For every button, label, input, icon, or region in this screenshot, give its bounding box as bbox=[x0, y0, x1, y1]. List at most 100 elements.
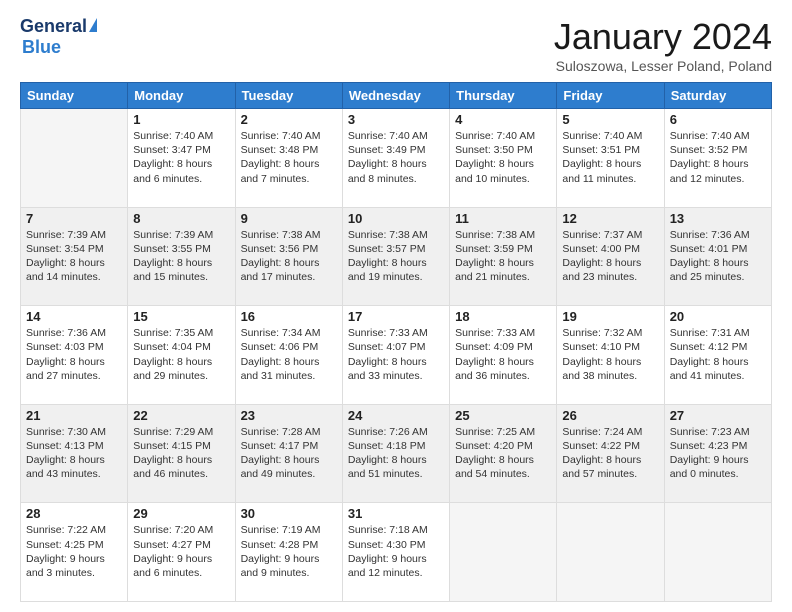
calendar-cell: 29 Sunrise: 7:20 AM Sunset: 4:27 PM Dayli… bbox=[128, 503, 235, 602]
day-number: 15 bbox=[133, 309, 229, 324]
calendar-cell: 8 Sunrise: 7:39 AM Sunset: 3:55 PM Daylig… bbox=[128, 207, 235, 306]
day-content: Sunrise: 7:40 AM Sunset: 3:49 PM Dayligh… bbox=[348, 129, 444, 186]
calendar-cell: 26 Sunrise: 7:24 AM Sunset: 4:22 PM Dayli… bbox=[557, 404, 664, 503]
logo-triangle-icon bbox=[89, 18, 97, 32]
day-number: 25 bbox=[455, 408, 551, 423]
calendar-cell: 23 Sunrise: 7:28 AM Sunset: 4:17 PM Dayli… bbox=[235, 404, 342, 503]
day-number: 28 bbox=[26, 506, 122, 521]
day-content: Sunrise: 7:40 AM Sunset: 3:51 PM Dayligh… bbox=[562, 129, 658, 186]
calendar-cell: 31Sunrise: 7:18 AM Sunset: 4:30 PM Dayli… bbox=[342, 503, 449, 602]
day-number: 4 bbox=[455, 112, 551, 127]
calendar-cell: 13Sunrise: 7:36 AM Sunset: 4:01 PM Dayli… bbox=[664, 207, 771, 306]
day-content: Sunrise: 7:30 AM Sunset: 4:13 PM Dayligh… bbox=[26, 425, 122, 482]
day-number: 26 bbox=[562, 408, 658, 423]
calendar-cell: 30 Sunrise: 7:19 AM Sunset: 4:28 PM Dayli… bbox=[235, 503, 342, 602]
day-number: 23 bbox=[241, 408, 337, 423]
day-number: 16 bbox=[241, 309, 337, 324]
day-content: Sunrise: 7:28 AM Sunset: 4:17 PM Dayligh… bbox=[241, 425, 337, 482]
location: Suloszowa, Lesser Poland, Poland bbox=[554, 58, 772, 74]
day-content: Sunrise: 7:40 AM Sunset: 3:48 PM Dayligh… bbox=[241, 129, 337, 186]
page: General Blue January 2024 Suloszowa, Les… bbox=[0, 0, 792, 612]
calendar-cell: 21 Sunrise: 7:30 AM Sunset: 4:13 PM Dayli… bbox=[21, 404, 128, 503]
calendar-cell: 11 Sunrise: 7:38 AM Sunset: 3:59 PM Dayli… bbox=[450, 207, 557, 306]
day-content: Sunrise: 7:29 AM Sunset: 4:15 PM Dayligh… bbox=[133, 425, 229, 482]
day-content: Sunrise: 7:26 AM Sunset: 4:18 PM Dayligh… bbox=[348, 425, 444, 482]
calendar-cell: 24 Sunrise: 7:26 AM Sunset: 4:18 PM Dayli… bbox=[342, 404, 449, 503]
calendar-cell: 2 Sunrise: 7:40 AM Sunset: 3:48 PM Daylig… bbox=[235, 109, 342, 208]
calendar-cell: 4 Sunrise: 7:40 AM Sunset: 3:50 PM Daylig… bbox=[450, 109, 557, 208]
day-number: 10 bbox=[348, 211, 444, 226]
calendar-cell: 18Sunrise: 7:33 AM Sunset: 4:09 PM Dayli… bbox=[450, 306, 557, 405]
day-content: Sunrise: 7:40 AM Sunset: 3:50 PM Dayligh… bbox=[455, 129, 551, 186]
calendar-header-friday: Friday bbox=[557, 83, 664, 109]
calendar-week-row: 14 Sunrise: 7:36 AM Sunset: 4:03 PM Dayli… bbox=[21, 306, 772, 405]
day-number: 11 bbox=[455, 211, 551, 226]
calendar-cell bbox=[450, 503, 557, 602]
day-number: 24 bbox=[348, 408, 444, 423]
day-content: Sunrise: 7:32 AM Sunset: 4:10 PM Dayligh… bbox=[562, 326, 658, 383]
day-content: Sunrise: 7:22 AM Sunset: 4:25 PM Dayligh… bbox=[26, 523, 122, 580]
calendar-header-tuesday: Tuesday bbox=[235, 83, 342, 109]
day-content: Sunrise: 7:19 AM Sunset: 4:28 PM Dayligh… bbox=[241, 523, 337, 580]
day-number: 27 bbox=[670, 408, 766, 423]
calendar-cell: 25 Sunrise: 7:25 AM Sunset: 4:20 PM Dayli… bbox=[450, 404, 557, 503]
logo-general-text: General bbox=[20, 16, 87, 37]
day-number: 5 bbox=[562, 112, 658, 127]
day-number: 12 bbox=[562, 211, 658, 226]
calendar-cell: 14 Sunrise: 7:36 AM Sunset: 4:03 PM Dayli… bbox=[21, 306, 128, 405]
day-content: Sunrise: 7:34 AM Sunset: 4:06 PM Dayligh… bbox=[241, 326, 337, 383]
calendar-week-row: 21 Sunrise: 7:30 AM Sunset: 4:13 PM Dayli… bbox=[21, 404, 772, 503]
logo: General Blue bbox=[20, 16, 97, 58]
day-number: 2 bbox=[241, 112, 337, 127]
day-number: 21 bbox=[26, 408, 122, 423]
day-number: 19 bbox=[562, 309, 658, 324]
calendar-cell: 28 Sunrise: 7:22 AM Sunset: 4:25 PM Dayli… bbox=[21, 503, 128, 602]
calendar-cell: 3 Sunrise: 7:40 AM Sunset: 3:49 PM Daylig… bbox=[342, 109, 449, 208]
day-content: Sunrise: 7:24 AM Sunset: 4:22 PM Dayligh… bbox=[562, 425, 658, 482]
day-number: 7 bbox=[26, 211, 122, 226]
day-content: Sunrise: 7:25 AM Sunset: 4:20 PM Dayligh… bbox=[455, 425, 551, 482]
day-content: Sunrise: 7:23 AM Sunset: 4:23 PM Dayligh… bbox=[670, 425, 766, 482]
day-content: Sunrise: 7:38 AM Sunset: 3:56 PM Dayligh… bbox=[241, 228, 337, 285]
calendar-header-row: SundayMondayTuesdayWednesdayThursdayFrid… bbox=[21, 83, 772, 109]
calendar-cell: 17Sunrise: 7:33 AM Sunset: 4:07 PM Dayli… bbox=[342, 306, 449, 405]
day-content: Sunrise: 7:40 AM Sunset: 3:47 PM Dayligh… bbox=[133, 129, 229, 186]
calendar-cell: 12Sunrise: 7:37 AM Sunset: 4:00 PM Dayli… bbox=[557, 207, 664, 306]
day-number: 3 bbox=[348, 112, 444, 127]
day-number: 30 bbox=[241, 506, 337, 521]
calendar-cell: 16 Sunrise: 7:34 AM Sunset: 4:06 PM Dayli… bbox=[235, 306, 342, 405]
day-number: 8 bbox=[133, 211, 229, 226]
day-number: 9 bbox=[241, 211, 337, 226]
day-content: Sunrise: 7:36 AM Sunset: 4:03 PM Dayligh… bbox=[26, 326, 122, 383]
day-number: 1 bbox=[133, 112, 229, 127]
calendar-cell: 1 Sunrise: 7:40 AM Sunset: 3:47 PM Daylig… bbox=[128, 109, 235, 208]
day-number: 6 bbox=[670, 112, 766, 127]
day-content: Sunrise: 7:20 AM Sunset: 4:27 PM Dayligh… bbox=[133, 523, 229, 580]
calendar-cell: 10 Sunrise: 7:38 AM Sunset: 3:57 PM Dayli… bbox=[342, 207, 449, 306]
day-number: 18 bbox=[455, 309, 551, 324]
calendar-cell: 27 Sunrise: 7:23 AM Sunset: 4:23 PM Dayli… bbox=[664, 404, 771, 503]
day-content: Sunrise: 7:35 AM Sunset: 4:04 PM Dayligh… bbox=[133, 326, 229, 383]
day-number: 29 bbox=[133, 506, 229, 521]
day-content: Sunrise: 7:38 AM Sunset: 3:57 PM Dayligh… bbox=[348, 228, 444, 285]
calendar-cell: 7 Sunrise: 7:39 AM Sunset: 3:54 PM Daylig… bbox=[21, 207, 128, 306]
calendar-cell: 15 Sunrise: 7:35 AM Sunset: 4:04 PM Dayli… bbox=[128, 306, 235, 405]
day-number: 14 bbox=[26, 309, 122, 324]
calendar-week-row: 7 Sunrise: 7:39 AM Sunset: 3:54 PM Daylig… bbox=[21, 207, 772, 306]
calendar-cell: 6Sunrise: 7:40 AM Sunset: 3:52 PM Daylig… bbox=[664, 109, 771, 208]
day-content: Sunrise: 7:18 AM Sunset: 4:30 PM Dayligh… bbox=[348, 523, 444, 580]
day-content: Sunrise: 7:39 AM Sunset: 3:54 PM Dayligh… bbox=[26, 228, 122, 285]
day-content: Sunrise: 7:31 AM Sunset: 4:12 PM Dayligh… bbox=[670, 326, 766, 383]
calendar-week-row: 1 Sunrise: 7:40 AM Sunset: 3:47 PM Daylig… bbox=[21, 109, 772, 208]
title-area: January 2024 Suloszowa, Lesser Poland, P… bbox=[554, 16, 772, 74]
calendar-cell bbox=[557, 503, 664, 602]
logo-blue-text: Blue bbox=[22, 37, 61, 57]
day-content: Sunrise: 7:39 AM Sunset: 3:55 PM Dayligh… bbox=[133, 228, 229, 285]
calendar-week-row: 28 Sunrise: 7:22 AM Sunset: 4:25 PM Dayli… bbox=[21, 503, 772, 602]
calendar-header-saturday: Saturday bbox=[664, 83, 771, 109]
month-title: January 2024 bbox=[554, 16, 772, 58]
calendar-cell: 22Sunrise: 7:29 AM Sunset: 4:15 PM Dayli… bbox=[128, 404, 235, 503]
day-content: Sunrise: 7:38 AM Sunset: 3:59 PM Dayligh… bbox=[455, 228, 551, 285]
day-number: 20 bbox=[670, 309, 766, 324]
header: General Blue January 2024 Suloszowa, Les… bbox=[20, 16, 772, 74]
